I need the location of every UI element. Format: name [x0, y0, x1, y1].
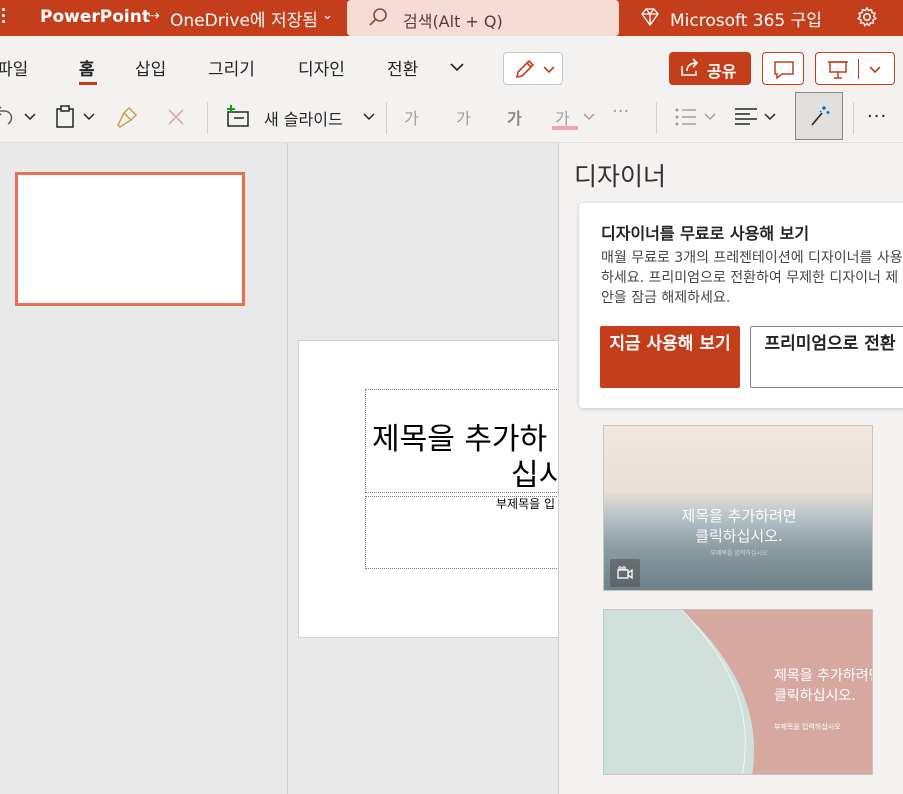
video-camera-icon — [617, 566, 633, 580]
designer-promo-card: 디자이너를 무료로 사용해 보기 매월 무료로 3개의 프레젠테이션에 디자이너… — [579, 203, 903, 408]
design-idea-title-line2: 클릭하십시오. — [774, 688, 856, 704]
pencil-icon — [515, 59, 535, 79]
app-launcher-icon[interactable] — [0, 8, 10, 28]
active-tab-indicator — [79, 82, 97, 85]
share-button[interactable]: 공유 — [669, 52, 751, 85]
pane-title: 디자이너 — [574, 162, 667, 191]
decrease-font-size-button[interactable]: 가 — [456, 105, 471, 129]
more-tabs-chevron-icon[interactable] — [448, 60, 466, 74]
toolbar-divider — [386, 102, 387, 134]
designer-button[interactable] — [795, 92, 843, 140]
font-color-swatch — [552, 126, 578, 130]
settings-gear-icon[interactable] — [856, 6, 878, 28]
chevron-down-icon[interactable] — [82, 112, 96, 122]
search-icon — [369, 8, 387, 26]
share-label: 공유 — [707, 62, 737, 81]
promo-body: 매월 무료로 3개의 프레젠테이션에 디자이너를 사용하세요. 프리미엄으로 전… — [601, 250, 903, 306]
subtitle-text: 부제목을 입 — [496, 497, 556, 511]
bold-button[interactable]: 가 — [507, 105, 522, 129]
tab-draw[interactable]: 그리기 — [208, 55, 255, 80]
chevron-down-icon — [543, 66, 555, 74]
search-placeholder: 검색(Alt + Q) — [403, 12, 503, 31]
design-idea-title: 제목을 추가하려면 클릭하십시오. — [681, 507, 797, 545]
tab-file[interactable]: 파일 — [0, 55, 28, 80]
chevron-down-icon[interactable] — [23, 112, 37, 122]
promo-heading: 디자이너를 무료로 사용해 보기 — [601, 224, 810, 243]
more-font-options[interactable]: ··· — [612, 101, 629, 122]
slide-thumbnail[interactable] — [15, 172, 245, 306]
chevron-down-icon[interactable] — [362, 112, 376, 122]
paste-clipboard-icon[interactable] — [54, 105, 76, 129]
search-box[interactable]: 검색(Alt + Q) — [347, 0, 619, 36]
more-options-button[interactable]: ··· — [867, 106, 887, 127]
align-left-icon[interactable] — [734, 106, 758, 128]
share-icon — [681, 58, 699, 76]
delete-x-icon[interactable] — [166, 107, 186, 127]
chevron-down-icon[interactable]: ⌄ — [322, 8, 333, 23]
undo-icon[interactable] — [0, 106, 16, 128]
video-badge — [610, 559, 640, 587]
ms365-label: Microsoft 365 구입 — [670, 11, 822, 31]
new-slide-label[interactable]: 새 슬라이드 — [264, 106, 343, 130]
format-painter-icon[interactable] — [115, 105, 139, 129]
app-name[interactable]: PowerPoint — [40, 7, 150, 27]
design-idea-subtitle: 부제목을 입력하십시오 — [774, 723, 841, 731]
editing-mode-button[interactable] — [503, 52, 563, 85]
design-idea-title-line1: 제목을 추가하려면 — [774, 668, 873, 684]
title-bar: PowerPoint ⇢ OneDrive에 저장됨 ⌄ 검색(Alt + Q)… — [0, 0, 903, 36]
diamond-icon — [641, 8, 659, 26]
title-text-line2: 십시 — [511, 458, 558, 493]
designer-pane: 디자이너 디자이너를 무료로 사용해 보기 매월 무료로 3개의 프레젠테이션에… — [558, 143, 903, 794]
tab-transitions[interactable]: 전환 — [387, 55, 418, 80]
slide[interactable]: 제목을 추가하 십시 부제목을 입 — [298, 340, 558, 638]
chevron-down-icon[interactable] — [868, 65, 882, 75]
comment-icon — [774, 61, 794, 80]
split-divider — [858, 59, 859, 79]
comments-button[interactable] — [762, 52, 804, 85]
chevron-down-icon[interactable] — [703, 112, 717, 122]
go-premium-button[interactable]: 프리미엄으로 전환 — [750, 326, 903, 388]
increase-font-size-button[interactable]: 가 — [404, 105, 419, 129]
toolbar-divider — [656, 102, 657, 134]
sync-status-icon: ⇢ — [148, 8, 160, 24]
slide-canvas: 제목을 추가하 십시 부제목을 입 — [288, 143, 558, 794]
toolbar-divider — [207, 102, 208, 134]
chevron-down-icon[interactable] — [763, 112, 777, 122]
present-icon — [828, 61, 848, 79]
new-slide-icon[interactable] — [224, 104, 252, 130]
design-idea-subtitle: 부제목을 입력하십시오 — [710, 550, 768, 557]
design-idea-1[interactable]: 제목을 추가하려면 클릭하십시오. 부제목을 입력하십시오 — [603, 425, 873, 591]
document-name[interactable]: OneDrive에 저장됨 — [170, 6, 318, 31]
toolbar-divider — [853, 102, 854, 134]
chevron-down-icon[interactable] — [582, 112, 596, 122]
tab-home[interactable]: 홈 — [79, 55, 95, 80]
designer-wand-icon — [811, 106, 830, 126]
try-now-button[interactable]: 지금 사용해 보기 — [600, 326, 740, 388]
tab-insert[interactable]: 삽입 — [135, 55, 166, 80]
design-idea-2[interactable]: 제목을 추가하려면 클릭하십시오. 부제목을 입력하십시오 — [603, 609, 873, 775]
command-toolbar: 새 슬라이드 가 가 가 가 ··· — [0, 94, 903, 143]
slide-thumbnails-panel — [0, 143, 288, 794]
bullets-icon[interactable] — [674, 106, 698, 128]
title-placeholder[interactable]: 제목을 추가하 십시 — [365, 389, 558, 493]
tab-design[interactable]: 디자인 — [298, 55, 345, 80]
design-idea-title: 제목을 추가하려면 클릭하십시오. — [774, 666, 873, 706]
subtitle-placeholder[interactable]: 부제목을 입 — [365, 496, 558, 569]
present-button[interactable] — [815, 52, 895, 85]
